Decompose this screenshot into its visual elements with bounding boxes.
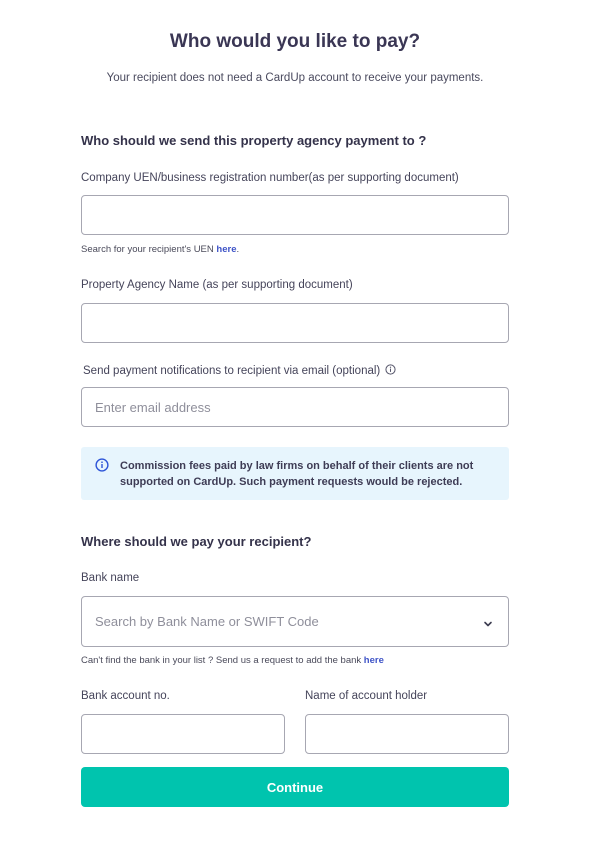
bank-help-text: Can't find the bank in your list ? Send … — [81, 655, 384, 666]
bank-help-prefix: Can't find the bank in your list ? Send … — [81, 655, 364, 666]
bank-name-label: Bank name — [81, 572, 140, 584]
account-holder-label: Name of account holder — [305, 690, 428, 702]
email-label: Send payment notifications to recipient … — [83, 365, 381, 377]
uen-help-suffix: . — [236, 244, 240, 255]
info-circle-icon — [95, 458, 109, 477]
account-no-label: Bank account no. — [81, 690, 170, 702]
email-label-row: Send payment notifications to recipient … — [83, 364, 396, 378]
notice-banner: Commission fees paid by law firms on beh… — [81, 447, 509, 500]
agency-name-input[interactable] — [81, 303, 509, 343]
account-holder-input[interactable] — [305, 714, 509, 754]
bank-request-link[interactable]: here — [364, 655, 384, 666]
info-circle-icon[interactable] — [385, 364, 396, 378]
chevron-down-icon[interactable] — [483, 616, 493, 634]
uen-label: Company UEN/business registration number… — [81, 172, 459, 184]
email-input[interactable] — [81, 387, 509, 427]
page-title: Who would you like to pay? — [169, 31, 421, 52]
notice-text: Commission fees paid by law firms on beh… — [120, 460, 474, 488]
bank-section-title: Where should we pay your recipient? — [81, 534, 312, 549]
account-no-input[interactable] — [81, 714, 285, 754]
recipient-section-title: Who should we send this property agency … — [81, 133, 427, 148]
uen-help-prefix: Search for your recipient's UEN — [81, 244, 217, 255]
uen-input[interactable] — [81, 195, 509, 235]
continue-button[interactable]: Continue — [81, 767, 509, 807]
uen-help-text: Search for your recipient's UEN here. — [81, 244, 239, 255]
page-subtitle: Your recipient does not need a CardUp ac… — [106, 72, 484, 84]
bank-name-select[interactable]: Search by Bank Name or SWIFT Code — [81, 596, 509, 647]
bank-name-placeholder: Search by Bank Name or SWIFT Code — [95, 614, 319, 629]
agency-name-label: Property Agency Name (as per supporting … — [81, 279, 353, 291]
uen-search-link[interactable]: here — [216, 244, 236, 255]
